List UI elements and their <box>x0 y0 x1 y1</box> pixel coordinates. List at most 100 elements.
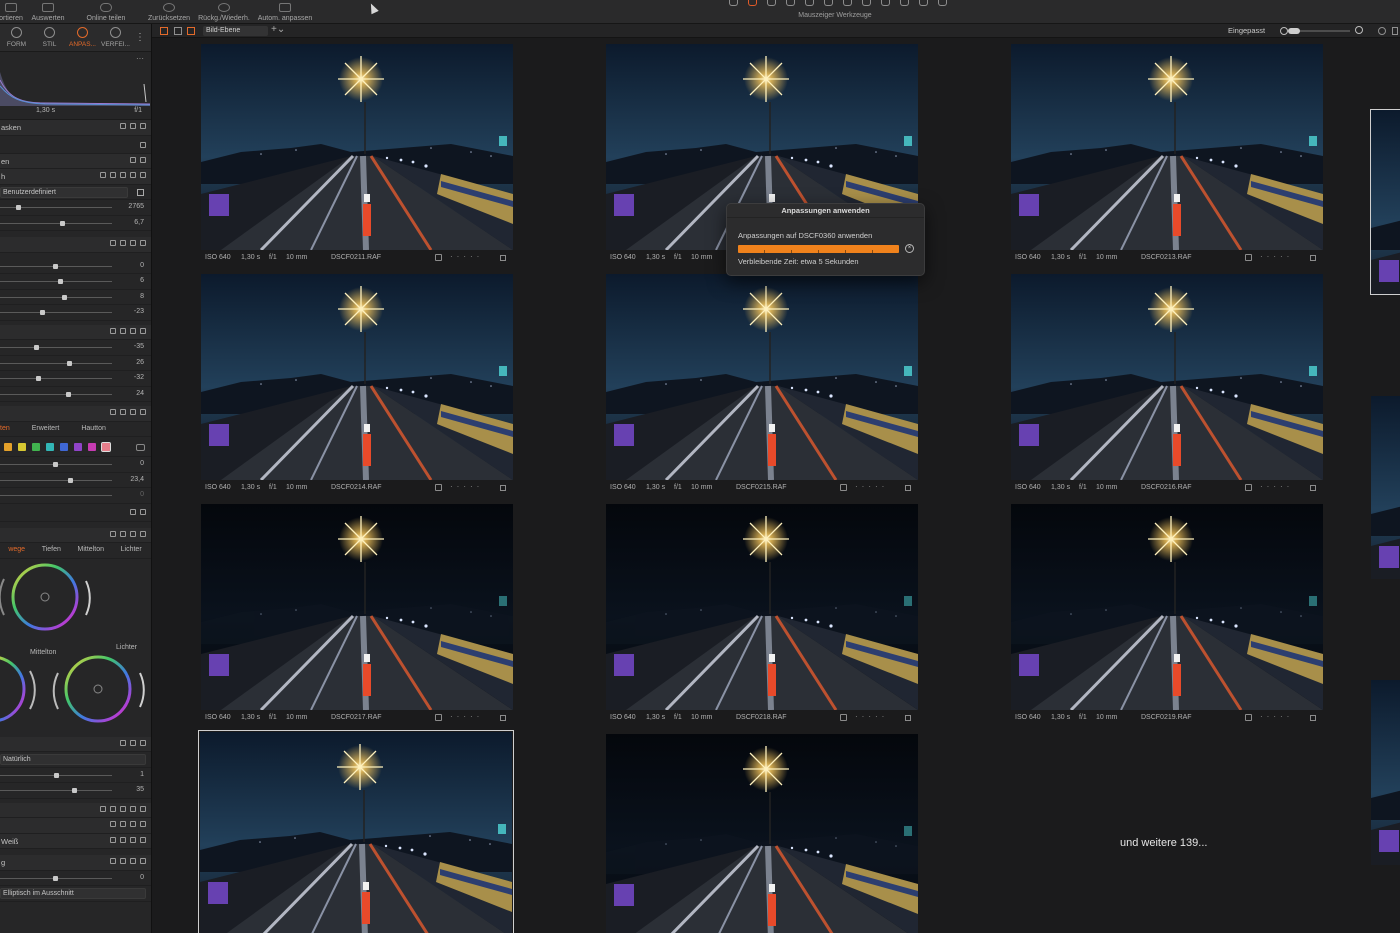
info-icon[interactable] <box>500 255 506 261</box>
tab-style[interactable]: STIL <box>33 24 66 51</box>
list-icon[interactable] <box>130 805 136 812</box>
photo[interactable] <box>1011 274 1323 480</box>
photo[interactable] <box>606 274 918 480</box>
info-icon[interactable] <box>905 485 911 491</box>
clarity-header[interactable] <box>0 736 151 752</box>
reset-icon[interactable] <box>120 240 126 246</box>
swatch-all[interactable] <box>101 442 111 452</box>
zoom-out-icon[interactable] <box>1280 27 1288 35</box>
photo[interactable] <box>1011 504 1323 710</box>
sort-button[interactable]: ortieren <box>0 1 26 23</box>
rating-stars[interactable]: ····· <box>450 252 483 261</box>
photo[interactable] <box>1011 44 1323 250</box>
bw-row[interactable]: Weiß <box>0 833 151 849</box>
reset-icon[interactable] <box>130 123 136 129</box>
single-view-icon[interactable] <box>174 27 182 35</box>
photo[interactable] <box>606 504 918 710</box>
swap-icon[interactable] <box>130 508 136 515</box>
select-checkbox[interactable] <box>435 254 442 261</box>
more-icon[interactable] <box>140 739 146 746</box>
more-icon[interactable] <box>140 172 146 178</box>
pipette-icon[interactable] <box>137 188 144 196</box>
more-icon[interactable] <box>140 836 146 843</box>
more-icon[interactable] <box>140 821 146 827</box>
swatch-magenta[interactable] <box>88 443 96 451</box>
reset-icon[interactable] <box>120 739 126 746</box>
more-icon[interactable] <box>140 123 146 129</box>
wb-mode-select[interactable]: Benutzerdefiniert <box>0 186 128 198</box>
info-icon[interactable] <box>1310 485 1316 491</box>
brush-icon[interactable] <box>110 172 116 178</box>
tool-icon[interactable] <box>881 0 890 6</box>
layer-select[interactable]: Bild-Ebene <box>203 26 268 36</box>
tint-slider[interactable] <box>0 220 112 226</box>
brush-icon[interactable] <box>110 858 116 864</box>
more-icon[interactable] <box>140 409 146 415</box>
white-balance-header[interactable]: h <box>0 169 151 185</box>
swatch-cyan[interactable] <box>46 443 54 451</box>
tool-icon[interactable] <box>843 0 852 6</box>
filmstrip-item[interactable] <box>1371 680 1400 865</box>
list-icon[interactable] <box>130 821 136 827</box>
photo[interactable] <box>201 274 513 480</box>
tab-grading-highlights[interactable]: Lichter <box>121 546 142 553</box>
swatch-blue[interactable] <box>60 443 68 451</box>
list-icon[interactable] <box>130 172 136 178</box>
shadow-slider[interactable] <box>0 360 112 366</box>
select-checkbox[interactable] <box>435 714 442 721</box>
thumbnail-selected[interactable] <box>198 730 514 933</box>
hue-slider[interactable] <box>0 462 112 467</box>
list-icon[interactable] <box>130 240 136 246</box>
pipette-icon[interactable] <box>140 508 146 515</box>
zoom-fit-label[interactable]: Eingepasst <box>1228 26 1265 35</box>
vignette-header[interactable]: g <box>0 855 151 871</box>
tool-icon[interactable] <box>900 0 909 6</box>
swatch-purple[interactable] <box>74 443 82 451</box>
thumbnail[interactable] <box>606 734 918 933</box>
rating-stars[interactable]: ····· <box>855 482 888 491</box>
photo[interactable] <box>200 732 512 933</box>
vignette-slider[interactable] <box>0 875 112 881</box>
photo[interactable] <box>201 44 513 250</box>
swatch-green[interactable] <box>32 443 40 451</box>
share-online-button[interactable]: Online teilen <box>84 1 128 23</box>
tool-icon[interactable] <box>938 0 947 6</box>
reset-icon[interactable] <box>120 530 126 537</box>
clarity-slider[interactable] <box>0 772 112 778</box>
select-checkbox[interactable] <box>435 484 442 491</box>
brush-icon[interactable] <box>110 805 116 812</box>
evaluate-button[interactable]: Auswerten <box>30 1 66 23</box>
more-icon[interactable]: ⋮ <box>135 32 145 43</box>
saturation-slider[interactable] <box>0 310 112 315</box>
info-icon[interactable] <box>500 715 506 721</box>
swatch-yellow[interactable] <box>18 443 26 451</box>
reset-icon[interactable] <box>120 172 126 178</box>
layers-header[interactable]: en <box>0 153 151 169</box>
select-checkbox[interactable] <box>1245 714 1252 721</box>
reset-icon[interactable] <box>120 327 126 334</box>
cancel-icon[interactable]: × <box>905 244 914 253</box>
exposure-slider[interactable] <box>0 263 112 269</box>
more-icon[interactable] <box>136 444 145 451</box>
more-icon[interactable] <box>140 240 146 246</box>
list-icon[interactable] <box>130 836 136 843</box>
rating-stars[interactable]: ····· <box>855 712 888 721</box>
tab-grading-midtones[interactable]: Mittelton <box>78 546 104 553</box>
list-icon[interactable] <box>130 409 136 415</box>
color-editor-header[interactable] <box>0 406 151 422</box>
reset-icon[interactable] <box>120 858 126 864</box>
info-icon[interactable] <box>500 485 506 491</box>
brightness-slider[interactable] <box>0 294 112 300</box>
tab-color-basic[interactable]: ten <box>0 425 10 432</box>
brush-icon[interactable] <box>110 240 116 246</box>
color-lightness-slider[interactable] <box>0 495 112 496</box>
list-icon[interactable] <box>130 858 136 864</box>
structure-slider[interactable] <box>0 788 112 793</box>
tab-refine[interactable]: VERFEI... <box>99 24 132 51</box>
select-checkbox[interactable] <box>1245 484 1252 491</box>
color-grading-header[interactable] <box>0 527 151 543</box>
brush-icon[interactable] <box>110 327 116 334</box>
add-layer-icon[interactable]: +⌄ <box>271 24 285 35</box>
hdr-header[interactable] <box>0 324 151 340</box>
tool-icon[interactable] <box>862 0 871 6</box>
